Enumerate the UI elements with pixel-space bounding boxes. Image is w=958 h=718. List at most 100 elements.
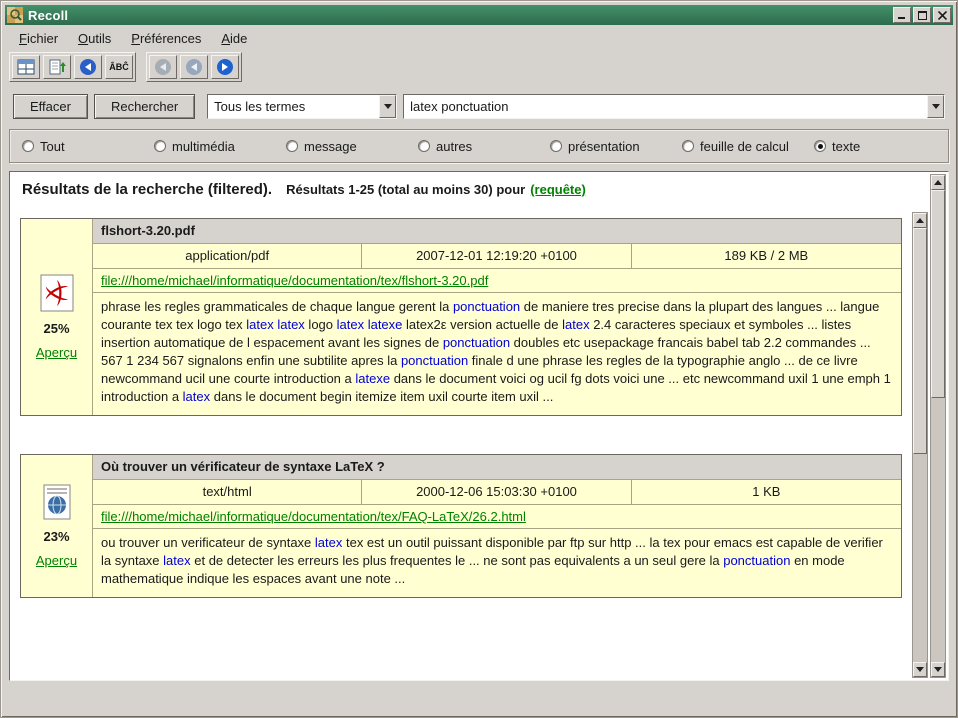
result-size: 189 KB / 2 MB [632,244,901,268]
result-url-row: file:///home/michael/informatique/docume… [93,269,901,293]
maximize-icon [918,11,927,20]
highlighted-term: ponctuation [401,353,468,368]
filter-feuille-de-calcul[interactable]: feuille de calcul [682,139,814,154]
filter-label: autres [436,139,472,154]
arrow-down-icon [934,667,942,672]
search-query-input[interactable] [404,99,927,114]
result-info-row: text/html 2000-12-06 15:03:30 +0100 1 KB [93,480,901,505]
next-page-icon [216,58,234,76]
scrollbar-thumb[interactable] [931,190,945,398]
minimize-button[interactable] [893,7,911,23]
doc-table-icon [17,59,35,75]
term-explorer-button[interactable]: ÂBĈ [105,55,133,79]
preview-link[interactable]: Aperçu [36,553,77,568]
radio-selected-icon [814,140,826,152]
highlighted-term: latex latexe [337,317,403,332]
recoll-window: Recoll FichierOutilsPréférencesAide [0,0,958,718]
scrollbar-track[interactable] [913,228,927,662]
result-url-link[interactable]: file:///home/michael/informatique/docume… [101,509,526,524]
result-snippet: phrase les regles grammaticales de chaqu… [93,293,901,415]
results-header: Résultats de la recherche (filtered).Rés… [10,172,910,210]
filter-label: message [304,139,357,154]
next-page-button[interactable] [211,55,239,79]
highlighted-term: latex [315,535,342,550]
highlighted-term: latex latex [246,317,305,332]
menu-aide[interactable]: Aide [211,29,257,48]
sort-params-button[interactable] [43,55,71,79]
result-info-row: application/pdf 2007-12-01 12:19:20 +010… [93,244,901,269]
radio-icon [154,140,166,152]
result-date: 2000-12-06 15:03:30 +0100 [362,480,631,504]
results-list: 25% Aperçu flshort-3.20.pdf application/… [12,212,910,678]
query-link[interactable]: (requête) [530,182,586,197]
result-size: 1 KB [632,480,901,504]
spellcheck-icon: ÂBĈ [109,62,129,72]
clear-button[interactable]: Effacer [13,94,88,119]
menu-preferences[interactable]: Préférences [121,29,211,48]
results-area: Résultats de la recherche (filtered).Rés… [9,171,949,681]
pdf-file-icon [40,274,74,312]
filter-label: présentation [568,139,640,154]
prev-page-button[interactable] [180,55,208,79]
first-page-button[interactable] [149,55,177,79]
result-item: 25% Aperçu flshort-3.20.pdf application/… [20,218,902,416]
arrow-down-icon [916,667,924,672]
filter-tout[interactable]: Tout [22,139,154,154]
scroll-down-button[interactable] [931,662,945,677]
results-summary: Résultats 1-25 (total au moins 30) pour [286,182,525,197]
scroll-down-button[interactable] [913,662,927,677]
results-list-scrollbar [912,212,928,678]
search-bar: Effacer Rechercher Tous les termes [5,93,953,119]
html-file-icon [42,484,72,520]
highlighted-term: ponctuation [453,299,520,314]
search-button[interactable]: Rechercher [94,94,195,119]
filter-autres[interactable]: autres [418,139,550,154]
highlighted-term: ponctuation [443,335,510,350]
result-url-link[interactable]: file:///home/michael/informatique/docume… [101,273,488,288]
scroll-up-button[interactable] [931,175,945,190]
search-mode-select[interactable]: Tous les termes [207,94,397,119]
close-icon [938,11,947,20]
radio-icon [550,140,562,152]
relevance-percent: 25% [43,321,69,336]
titlebar: Recoll [5,5,953,25]
filter-row: Tout multimédia message autres présentation f… [9,129,949,163]
result-date: 2007-12-01 12:19:20 +0100 [362,244,631,268]
reload-circle-icon [79,58,97,76]
scrollbar-thumb[interactable] [913,228,927,454]
close-button[interactable] [933,7,951,23]
maximize-button[interactable] [913,7,931,23]
result-side-panel: 23% Aperçu [21,455,93,597]
result-side-panel: 25% Aperçu [21,219,93,415]
filter-multimedia[interactable]: multimédia [154,139,286,154]
radio-icon [22,140,34,152]
result-item: 23% Aperçu Où trouver un vérificateur de… [20,454,902,598]
reload-results-button[interactable] [74,55,102,79]
highlighted-term: ponctuation [723,553,790,568]
filter-presentation[interactable]: présentation [550,139,682,154]
recoll-app-icon [7,7,23,23]
sort-page-icon [48,59,66,75]
result-url-row: file:///home/michael/informatique/docume… [93,505,901,529]
menu-outils[interactable]: Outils [68,29,121,48]
filter-label: texte [832,139,860,154]
status-bar [5,681,953,713]
scrollbar-track[interactable] [931,190,945,662]
filter-message[interactable]: message [286,139,418,154]
menu-fichier[interactable]: Fichier [9,29,68,48]
doc-history-button[interactable] [12,55,40,79]
search-mode-value: Tous les termes [208,99,379,114]
result-mimetype: text/html [93,480,362,504]
filter-label: Tout [40,139,65,154]
minimize-icon [898,11,906,20]
highlighted-term: latex [163,553,190,568]
scroll-up-button[interactable] [913,213,927,228]
filter-texte[interactable]: texte [814,139,946,154]
highlighted-term: latexe [355,371,390,386]
chevron-down-icon[interactable] [379,95,396,118]
radio-icon [286,140,298,152]
arrow-up-icon [916,218,924,223]
window-title: Recoll [28,8,893,23]
chevron-down-icon[interactable] [927,95,944,118]
preview-link[interactable]: Aperçu [36,345,77,360]
